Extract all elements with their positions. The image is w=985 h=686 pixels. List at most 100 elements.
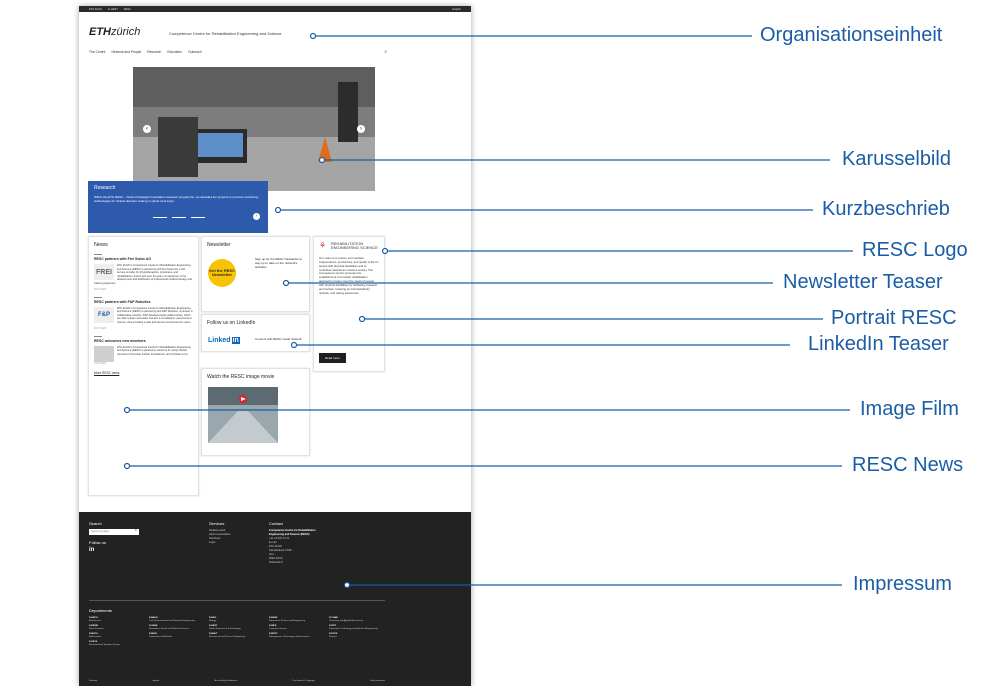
contact-title: Contact — [269, 521, 283, 526]
callout-label: Karusselbild — [842, 148, 951, 170]
department-link[interactable]: D-PHYS Physics — [329, 633, 385, 639]
nav-item-research[interactable]: Research — [147, 50, 161, 54]
department-link[interactable]: D-BIOL Biology — [209, 617, 265, 623]
footer-search-input[interactable]: ⌕ Search on pages — [89, 528, 139, 535]
footer-search-title: Search — [89, 521, 102, 526]
department-link[interactable]: D-MAVT Mechanical and Process Engineering — [209, 633, 265, 639]
department-link[interactable]: D-ARCH Architecture — [89, 617, 145, 623]
teaser-text: Within the ETH RESC – Swiss Paraplegic F… — [94, 195, 259, 203]
search-icon[interactable]: ⌕ — [384, 49, 387, 55]
news-item[interactable]: RESC partners with F&P Robotics F&P ETH … — [94, 296, 193, 330]
callout-label: Portrait RESC — [831, 307, 957, 329]
news-item-date: 14.07.2023 — [94, 361, 106, 365]
news-item-date: 26.07.2023 — [94, 287, 106, 291]
services-title: Services — [209, 521, 225, 526]
department-link[interactable]: D-MATL Department of Materials — [149, 633, 205, 639]
footer-link[interactable]: Disclaimer & Copyright — [292, 680, 314, 682]
news-item-title[interactable]: RESC partners with F&P Robotics — [94, 300, 193, 304]
service-link[interactable]: Login — [209, 541, 231, 545]
website-screenshot: ETH Zürich D-HEST RESC English ETHzürich… — [79, 6, 471, 686]
department-link[interactable]: D-BAUG Civil, Environmental and Geomatic … — [149, 617, 205, 623]
department-link[interactable]: D-USYS Environmental Systems Science — [89, 641, 145, 647]
news-item-date: 26.07.2023 — [94, 326, 106, 330]
departments-title: Departments — [89, 608, 112, 613]
search-icon[interactable]: ⌕ — [135, 528, 137, 532]
departments-section: Departments D-ARCH Architecture D-BAUG Civi… — [89, 608, 385, 647]
image-movie-card[interactable]: Watch the RESC image movie — [201, 368, 310, 456]
carousel-indicators[interactable] — [153, 217, 205, 218]
movie-thumbnail[interactable] — [208, 387, 278, 443]
portrait-text: Our vision is to restore and maintain in… — [319, 255, 379, 295]
news-item-title[interactable]: RESC welcomes new members — [94, 339, 193, 343]
news-thumbnail: F&P — [94, 306, 114, 323]
callout-label: Organisationseinheit — [760, 24, 943, 46]
newsletter-badge[interactable]: Get the RESC Newsletter — [208, 259, 236, 287]
nav-item-centre[interactable]: The Centre — [89, 50, 106, 54]
carousel-next-button[interactable]: › — [357, 125, 365, 133]
follow-us-title: Follow us — [89, 540, 106, 545]
organisation-unit[interactable]: Competence Centre for Rehabilitation Eng… — [169, 31, 282, 36]
footer-services-col: Services Student portal Alumni associati… — [209, 522, 231, 545]
linkedin-text: Connect with RESC social network — [255, 337, 302, 341]
departments-grid: D-ARCH Architecture D-BAUG Civil, Environme… — [89, 617, 385, 647]
linkedin-logo-icon[interactable]: Linked in — [208, 337, 240, 344]
callout-label: Newsletter Teaser — [783, 271, 943, 293]
department-link[interactable]: D-INFK Computer Science — [269, 625, 325, 631]
news-item[interactable]: RESC partners with Frei Swiss AG FREI ET… — [94, 254, 193, 291]
news-heading: News — [94, 242, 108, 248]
crumb-dhest[interactable]: D-HEST — [108, 8, 118, 11]
newsletter-card[interactable]: Newsletter Get the RESC Newsletter Sign … — [201, 236, 310, 312]
footer-divider — [89, 600, 385, 601]
callout-label: LinkedIn Teaser — [808, 333, 949, 355]
callout-label: Kurzbeschrieb — [822, 198, 950, 220]
callout-label: Image Film — [860, 398, 959, 420]
footer-link[interactable]: Data protection — [370, 680, 385, 682]
crumb-eth[interactable]: ETH Zürich — [89, 8, 102, 11]
linkedin-card[interactable]: Follow us on LinkedIn Linked in Connect w… — [201, 314, 310, 352]
linkedin-icon[interactable]: in — [89, 547, 139, 553]
top-bar: ETH Zürich D-HEST RESC English — [79, 6, 471, 12]
logo-bold: ETH — [89, 26, 111, 38]
news-thumbnail: FREI — [94, 264, 114, 280]
news-item[interactable]: RESC welcomes new members ETH Zürich's C… — [94, 335, 193, 365]
department-link[interactable]: D-MTEC Management, Technology and Economi… — [269, 633, 325, 639]
main-nav: The Centre Network and People Research E… — [89, 50, 202, 54]
teaser-title: Research — [94, 185, 116, 191]
footer-contact-col: Contact Competence Centre for Rehabilita… — [269, 522, 329, 565]
read-more-button[interactable]: Read more — [319, 353, 346, 363]
department-link[interactable]: D-ERDW Earth Sciences — [89, 625, 145, 631]
news-card: News RESC partners with Frei Swiss AG FR… — [88, 236, 199, 496]
news-thumbnail — [94, 345, 114, 362]
contact-name: Competence Centre for Rehabilitation Eng… — [269, 529, 316, 536]
department-link[interactable]: D-BSSE Biosystems Science and Engineering — [269, 617, 325, 623]
department-link[interactable]: D-CHAB Chemistry and Applied Biosciences — [329, 617, 385, 623]
teaser-arrow-icon[interactable]: › — [253, 213, 260, 220]
nav-item-education[interactable]: Education — [167, 50, 182, 54]
eth-logo[interactable]: ETHzürich — [89, 26, 140, 38]
newsletter-heading: Newsletter — [207, 242, 231, 248]
callout-label: RESC News — [852, 454, 964, 476]
news-item-title[interactable]: RESC partners with Frei Swiss AG — [94, 257, 193, 261]
crumb-resc[interactable]: RESC — [124, 8, 131, 11]
linkedin-heading: Follow us on LinkedIn — [207, 320, 256, 326]
short-description-teaser[interactable]: Research Within the ETH RESC – Swiss Par… — [88, 181, 268, 233]
department-link[interactable]: D-MATH Mathematics — [89, 633, 145, 639]
more-news-link[interactable]: More RESC news — [94, 371, 193, 375]
carousel-image: ‹ › — [133, 67, 375, 191]
nav-item-network[interactable]: Network and People — [112, 50, 142, 54]
callout-label: Impressum — [853, 573, 952, 595]
department-link[interactable]: D-GESS Humanities, Social and Political S… — [149, 625, 205, 631]
movie-heading: Watch the RESC image movie — [207, 374, 275, 380]
newsletter-text: Sign up for the RESC Newsletter to stay … — [255, 257, 303, 269]
department-link[interactable]: D-ITET Information Technology and Electri… — [329, 625, 385, 631]
footer-link[interactable]: Sitemap — [89, 680, 97, 682]
footer-bottom-links: Sitemap Imprint Accessibility Statement … — [89, 680, 385, 682]
portrait-card: ⚘ REHABILITATION ENGINEERING SCIENCE Our … — [313, 236, 385, 372]
language-switch[interactable]: English — [452, 8, 461, 11]
carousel-prev-button[interactable]: ‹ — [143, 125, 151, 133]
footer-link[interactable]: Accessibility Statement — [215, 680, 238, 682]
footer-search-col: Search ⌕ Search on pages Follow us in — [89, 521, 139, 553]
department-link[interactable]: D-HEST Health Sciences and Technology — [209, 625, 265, 631]
footer-link[interactable]: Imprint — [152, 680, 159, 682]
nav-item-outreach[interactable]: Outreach — [188, 50, 202, 54]
